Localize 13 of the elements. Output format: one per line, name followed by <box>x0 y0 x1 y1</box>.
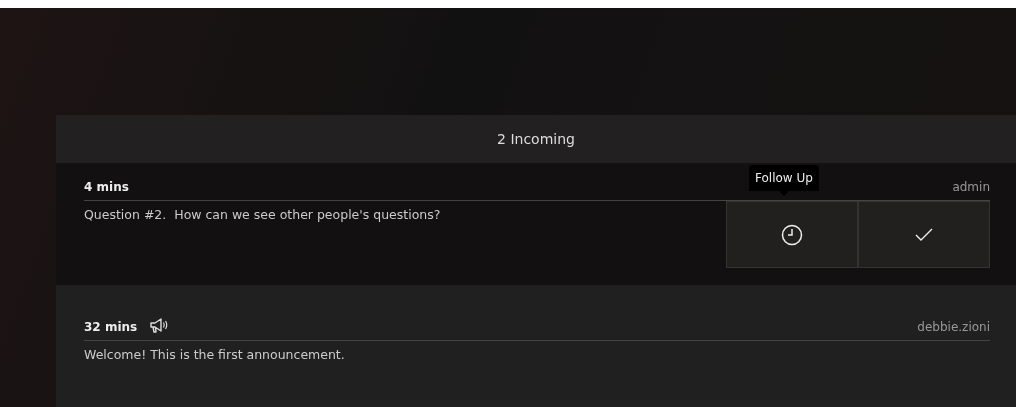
message-text: Question #2. How can we see other people's questions? <box>84 206 442 224</box>
time-ago: 4 mins <box>84 180 129 194</box>
time-ago: 32 mins <box>84 320 138 334</box>
checkmark-icon <box>915 227 933 242</box>
done-button[interactable] <box>858 201 990 268</box>
clock-icon <box>781 223 803 246</box>
author-name: debbie.zioni <box>917 320 990 334</box>
header-title: 2 Incoming <box>497 131 575 147</box>
follow-up-button[interactable] <box>726 201 858 268</box>
megaphone-icon <box>149 318 170 334</box>
author-name: admin <box>952 180 990 194</box>
tooltip: Follow Up <box>749 165 819 196</box>
message-text: Welcome! This is the first announcement. <box>84 346 346 362</box>
